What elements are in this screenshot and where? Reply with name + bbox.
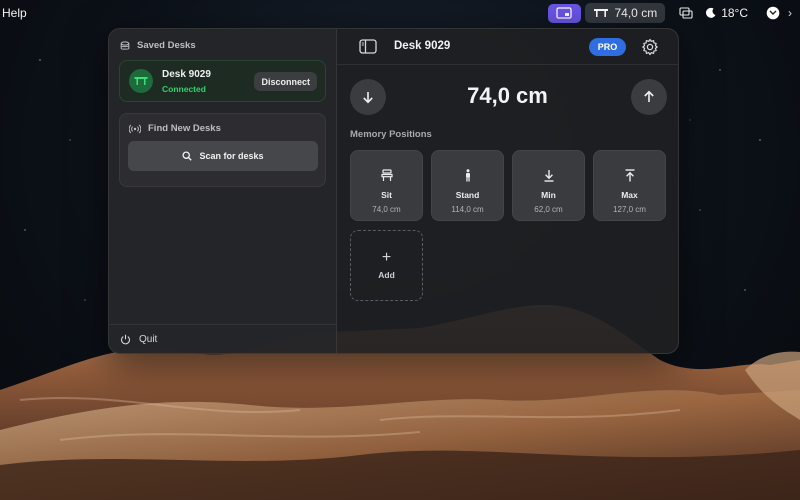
quit-label: Quit [139, 333, 158, 345]
display-mirroring-icon[interactable] [675, 3, 697, 23]
memory-position-sit[interactable]: Sit 74,0 cm [350, 150, 423, 221]
saved-desk-item[interactable]: Desk 9029 Connected Disconnect [119, 60, 326, 102]
menu-bar: Help 74,0 cm 18°C › [0, 0, 800, 26]
saved-desks-header: Saved Desks [120, 40, 196, 51]
memory-position-min[interactable]: Min 62,0 cm [512, 150, 585, 221]
desk-title: Desk 9029 [394, 40, 451, 52]
desk-height-value: 74,0 cm [614, 6, 658, 20]
memory-position-stand[interactable]: Stand 114,0 cm [431, 150, 504, 221]
desk-height-menu-item[interactable]: 74,0 cm [584, 3, 666, 23]
arrow-up-to-line-icon [625, 168, 634, 181]
search-icon [182, 151, 193, 161]
desk-control-popover: Saved Desks Desk 9029 Connected Disconne… [108, 28, 679, 354]
memory-position-name: Stand [455, 190, 480, 200]
desk-icon [134, 77, 148, 85]
desk-icon [593, 9, 608, 17]
memory-position-value: 114,0 cm [451, 205, 484, 214]
broadcast-icon [129, 124, 141, 133]
find-new-desks-section: Find New Desks Scan for desks [119, 113, 326, 187]
scan-for-desks-label: Scan for desks [199, 151, 264, 161]
current-height-display: 74,0 cm [467, 83, 548, 108]
memory-position-name: Max [621, 190, 638, 200]
gear-icon[interactable] [641, 38, 659, 56]
memory-position-name: Sit [381, 190, 392, 200]
sidebar: Saved Desks Desk 9029 Connected Disconne… [109, 29, 337, 353]
saved-desk-name: Desk 9029 [162, 68, 211, 80]
quit-button[interactable]: Quit [109, 324, 336, 353]
memory-position-max[interactable]: Max 127,0 cm [593, 150, 666, 221]
memory-position-value: 74,0 cm [372, 205, 401, 214]
desk-header: Desk 9029 PRO [337, 29, 678, 65]
desk-app-menu-icon[interactable] [547, 3, 581, 23]
memory-position-value: 62,0 cm [534, 205, 563, 214]
menu-bar-extras: 74,0 cm 18°C › [547, 3, 800, 23]
database-icon [120, 40, 130, 50]
find-new-desks-header: Find New Desks [129, 123, 221, 134]
scan-for-desks-button[interactable]: Scan for desks [128, 141, 318, 171]
user-switcher-icon[interactable] [762, 3, 784, 23]
weather-menu-item[interactable]: 18°C [705, 6, 748, 20]
arrow-up-icon [644, 90, 654, 102]
find-new-desks-title: Find New Desks [148, 123, 221, 134]
pro-badge[interactable]: PRO [589, 38, 626, 56]
moon-icon [706, 7, 716, 18]
desk-avatar [129, 69, 153, 93]
power-icon [121, 334, 130, 344]
memory-positions-title: Memory Positions [350, 129, 432, 140]
plus-icon: + [381, 249, 392, 266]
arrow-down-to-line-icon [544, 169, 553, 182]
sidebar-toggle-icon[interactable] [359, 39, 377, 54]
help-menu[interactable]: Help [2, 6, 27, 20]
memory-position-value: 127,0 cm [613, 205, 646, 214]
move-up-button[interactable] [631, 79, 667, 115]
weather-temperature: 18°C [721, 6, 748, 20]
person-standing-icon [465, 168, 470, 181]
desk-detail-pane: Desk 9029 PRO 74,0 cm Memory Positions S… [337, 29, 678, 353]
add-label: Add [378, 270, 395, 280]
chevron-right-icon[interactable]: › [788, 6, 800, 20]
chair-icon [380, 168, 393, 181]
connection-status: Connected [162, 83, 206, 94]
memory-position-name: Min [541, 190, 556, 200]
disconnect-button[interactable]: Disconnect [254, 72, 317, 91]
saved-desks-title: Saved Desks [137, 40, 196, 51]
add-memory-position-button[interactable]: + Add [350, 230, 423, 301]
